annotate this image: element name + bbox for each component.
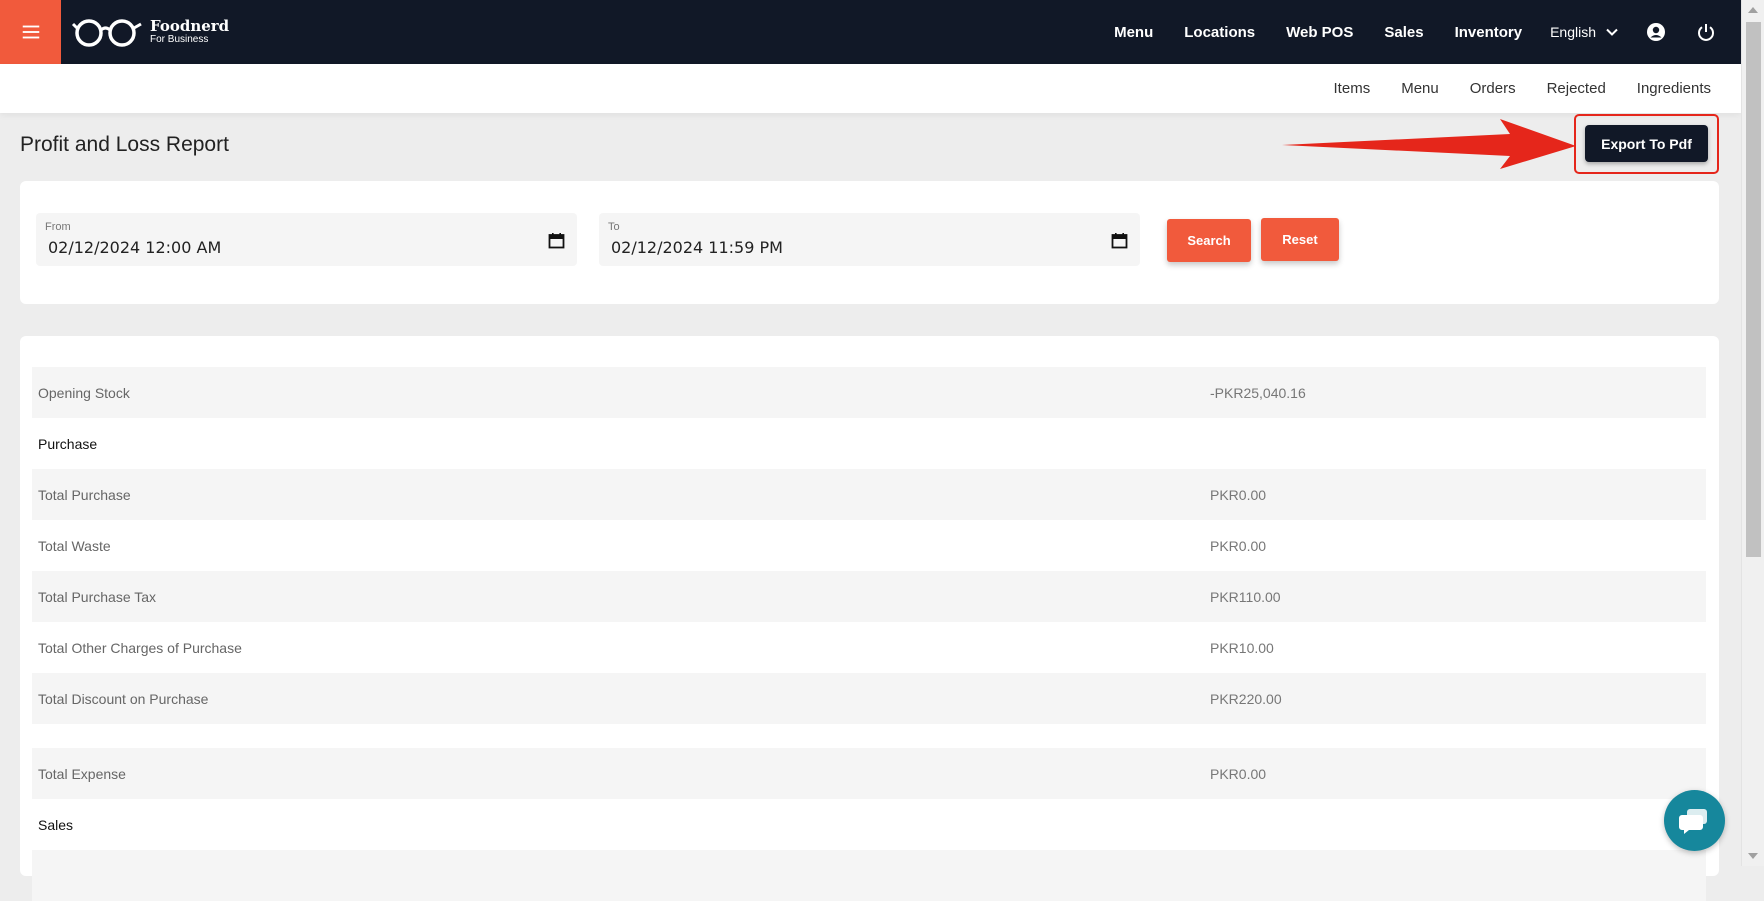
account-button[interactable]	[1643, 19, 1669, 45]
filter-card: From 02/12/2024 12:00 AM To 02/12/2024 1…	[20, 181, 1719, 304]
report-row-total-expense: Total Expense PKR0.00	[32, 748, 1706, 799]
from-date-label: From	[45, 221, 71, 233]
subnav-item-items[interactable]: Items	[1334, 80, 1371, 97]
nav-item-sales[interactable]: Sales	[1384, 24, 1423, 41]
to-date-value: 02/12/2024 11:59 PM	[611, 238, 783, 257]
row-value: PKR0.00	[1210, 765, 1267, 782]
scrollbar-thumb[interactable]	[1746, 22, 1761, 557]
to-date-label: To	[608, 221, 620, 233]
chevron-down-icon	[1606, 28, 1618, 36]
nav-item-locations[interactable]: Locations	[1184, 24, 1255, 41]
language-label: English	[1550, 24, 1596, 40]
section-heading: Purchase	[38, 435, 98, 452]
report-row-total-purchase: Total Purchase PKR0.00	[32, 469, 1706, 520]
to-date-field[interactable]: To 02/12/2024 11:59 PM	[599, 213, 1140, 266]
subnav-item-orders[interactable]: Orders	[1470, 80, 1516, 97]
scroll-up-arrow-icon[interactable]	[1748, 7, 1758, 13]
brand-title: Foodnerd	[150, 17, 230, 35]
brand-logo[interactable]: Foodnerd For Business	[71, 16, 229, 48]
nav-item-menu[interactable]: Menu	[1114, 24, 1153, 41]
row-label: Opening Stock	[38, 384, 130, 401]
report-row-total-other-charges: Total Other Charges of Purchase PKR10.00	[32, 622, 1706, 673]
top-navbar: Foodnerd For Business Menu Locations Web…	[0, 0, 1741, 65]
subnav-item-ingredients[interactable]: Ingredients	[1637, 80, 1711, 97]
scroll-down-arrow-icon[interactable]	[1748, 853, 1758, 859]
row-value: PKR110.00	[1210, 588, 1281, 605]
subnav-item-rejected[interactable]: Rejected	[1547, 80, 1606, 97]
report-row-opening-stock: Opening Stock -PKR25,040.16	[32, 367, 1706, 418]
brand-subtitle: For Business	[150, 34, 209, 45]
power-icon	[1698, 24, 1714, 41]
report-row-total-purchase-tax: Total Purchase Tax PKR110.00	[32, 571, 1706, 622]
account-circle-icon	[1647, 23, 1665, 41]
row-label: Total Waste	[38, 537, 111, 554]
row-label: Total Discount on Purchase	[38, 690, 209, 707]
hamburger-menu-button[interactable]	[0, 0, 61, 65]
calendar-icon[interactable]	[1111, 232, 1128, 249]
nav-item-inventory[interactable]: Inventory	[1455, 24, 1523, 41]
report-section-purchase: Purchase	[32, 418, 1706, 469]
row-label: Total Purchase	[38, 486, 131, 503]
inventory-subnav: Items Menu Orders Rejected Ingredients	[0, 64, 1741, 113]
row-label: Total Other Charges of Purchase	[38, 639, 242, 656]
search-button[interactable]: Search	[1167, 219, 1251, 262]
export-to-pdf-button[interactable]: Export To Pdf	[1585, 125, 1708, 162]
row-value: PKR0.00	[1210, 537, 1267, 554]
glasses-logo-icon	[71, 19, 142, 47]
page-title: Profit and Loss Report	[20, 133, 229, 156]
row-value: PKR0.00	[1210, 486, 1267, 503]
report-row-total-discount: Total Discount on Purchase PKR220.00	[32, 673, 1706, 724]
row-label: Total Purchase Tax	[38, 588, 157, 605]
page-scrollbar[interactable]	[1741, 0, 1764, 866]
section-heading: Sales	[38, 816, 74, 833]
chat-widget-button[interactable]	[1664, 790, 1725, 851]
report-row-partial	[32, 850, 1706, 901]
nav-item-web-pos[interactable]: Web POS	[1286, 24, 1353, 41]
subnav-item-menu[interactable]: Menu	[1401, 80, 1439, 97]
report-section-sales: Sales	[32, 799, 1706, 850]
logout-button[interactable]	[1693, 19, 1719, 45]
row-value: -PKR25,040.16	[1210, 384, 1306, 401]
from-date-value: 02/12/2024 12:00 AM	[48, 238, 222, 257]
hamburger-menu-icon	[22, 25, 39, 39]
row-label: Total Expense	[38, 765, 126, 782]
calendar-icon[interactable]	[548, 232, 565, 249]
annotation-arrow	[1282, 119, 1576, 169]
row-value: PKR10.00	[1210, 639, 1274, 656]
chat-icon	[1678, 808, 1707, 834]
top-nav-links: Menu Locations Web POS Sales Inventory E…	[1083, 0, 1741, 64]
report-card: Opening Stock -PKR25,040.16 Purchase Tot…	[20, 336, 1719, 901]
language-selector[interactable]: English	[1550, 24, 1619, 40]
report-row-total-waste: Total Waste PKR0.00	[32, 520, 1706, 571]
reset-button[interactable]: Reset	[1261, 218, 1339, 261]
from-date-field[interactable]: From 02/12/2024 12:00 AM	[36, 213, 577, 266]
row-value: PKR220.00	[1210, 690, 1282, 707]
